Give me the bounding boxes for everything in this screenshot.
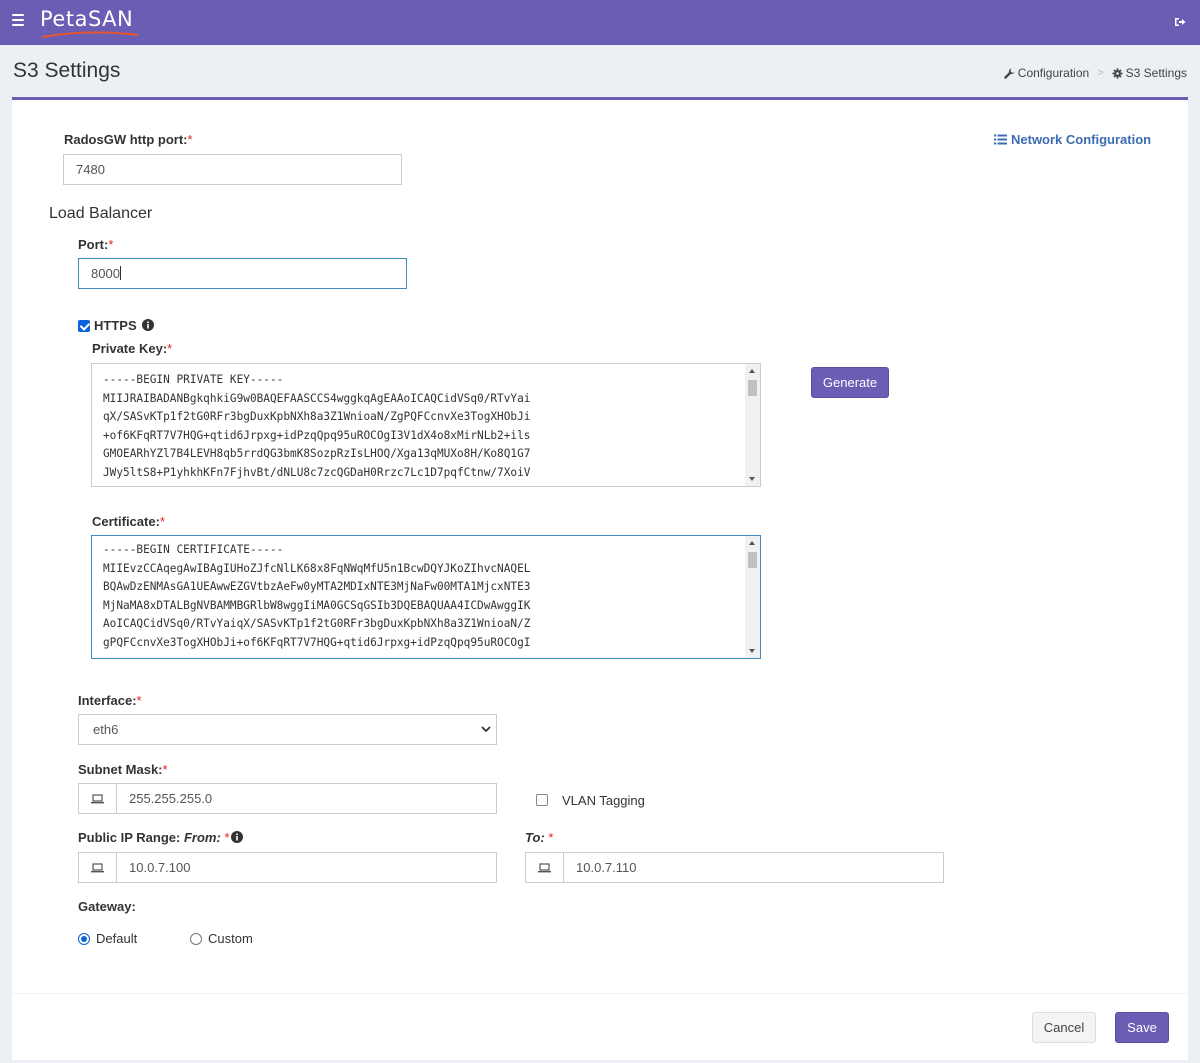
ip-range-to-label: To: * <box>525 830 554 845</box>
subnet-mask-label: Subnet Mask:* <box>78 762 168 777</box>
scroll-down-arrow-icon[interactable] <box>749 477 755 481</box>
save-button[interactable]: Save <box>1115 1012 1169 1043</box>
interface-select[interactable]: eth6 <box>78 714 497 745</box>
ip-range-to-value: 10.0.7.110 <box>576 860 637 875</box>
vlan-tagging-label: VLAN Tagging <box>562 793 645 808</box>
breadcrumb-item-configuration[interactable]: Configuration <box>1004 66 1089 80</box>
gateway-default-label: Default <box>96 931 138 946</box>
s3-settings-card: Network Configuration RadosGW http port:… <box>12 97 1188 1060</box>
ip-range-from-value: 10.0.7.100 <box>129 860 191 875</box>
certificate-line: -----BEGIN CERTIFICATE----- <box>103 543 284 556</box>
laptop-icon <box>91 793 104 803</box>
certificate-textarea[interactable]: -----BEGIN CERTIFICATE----- MIIEvzCCAqeg… <box>91 535 761 659</box>
breadcrumb-label: Configuration <box>1017 66 1090 80</box>
certificate-line: BQAwDzENMAsGA1UEAwwEZGVtbzAeFw0yMTA2MDIx… <box>103 580 531 593</box>
laptop-icon <box>91 862 104 872</box>
certificate-line: gPQFCcnvXe3TogXHObJi+of6KFqRT7V7HQG+qtid… <box>103 635 531 649</box>
breadcrumb-item-s3-settings: S3 Settings <box>1112 66 1187 80</box>
private-key-label: Private Key:* <box>92 341 173 356</box>
certificate-label: Certificate:* <box>92 514 165 529</box>
subnet-mask-value: 255.255.255.0 <box>129 791 213 806</box>
sign-out-icon[interactable] <box>1174 16 1186 28</box>
wrench-icon <box>1004 68 1015 79</box>
private-key-textarea[interactable]: -----BEGIN PRIVATE KEY----- MIIJRAIBADAN… <box>91 363 761 487</box>
ip-range-from-input[interactable]: 10.0.7.100 <box>78 852 497 883</box>
info-icon[interactable] <box>142 319 154 331</box>
scroll-up-arrow-icon[interactable] <box>749 541 755 545</box>
certificate-scrollbar[interactable] <box>745 536 760 658</box>
ip-range-to-addon <box>526 853 564 882</box>
port-label: Port:* <box>78 237 114 252</box>
gateway-label: Gateway: <box>78 899 136 914</box>
generate-button[interactable]: Generate <box>811 367 889 398</box>
radosgw-port-label: RadosGW http port:* <box>64 132 193 147</box>
scroll-down-arrow-icon[interactable] <box>749 649 755 653</box>
public-ip-range-label: Public IP Range: From: * <box>78 830 230 845</box>
laptop-icon <box>538 862 551 872</box>
subnet-mask-input[interactable]: 255.255.255.0 <box>78 783 497 814</box>
private-key-line: -----BEGIN PRIVATE KEY----- <box>103 373 284 386</box>
private-key-line: JWy5ltS8+P1yhkhKFn7FjhvBt/dNLU8c7zcQGDaH… <box>103 465 531 479</box>
logo-swoosh-icon <box>41 31 139 38</box>
scroll-thumb[interactable] <box>748 380 757 396</box>
cancel-button[interactable]: Cancel <box>1032 1012 1096 1043</box>
private-key-line: GMOEARhYZl7B4LEVH8qb5rrdQG3bmK8SozpRzIsL… <box>103 447 531 460</box>
certificate-line: MIIEvzCCAqegAwIBAgIUHoZJfcNlLK68x8FqNWqM… <box>103 561 531 575</box>
scroll-thumb[interactable] <box>748 552 757 568</box>
gateway-default-radio[interactable] <box>78 933 90 945</box>
https-label: HTTPS <box>94 318 137 333</box>
breadcrumb-separator: > <box>1097 67 1104 79</box>
interface-label: Interface:* <box>78 693 142 708</box>
logo: PetaSAN <box>40 7 134 31</box>
list-icon <box>994 134 1007 145</box>
page-title: S3 Settings <box>13 59 121 82</box>
gear-icon <box>1112 68 1123 78</box>
https-checkbox[interactable] <box>78 320 90 332</box>
top-navbar: PetaSAN <box>0 0 1200 45</box>
gateway-custom-radio[interactable] <box>190 933 202 945</box>
card-footer <box>12 993 1188 1063</box>
private-key-line: qX/SASvKTp1f2tG0RFr3bgDuxKpbNXh8a3Z1Wnio… <box>103 410 531 423</box>
gateway-custom-label: Custom <box>208 931 253 946</box>
scroll-up-arrow-icon[interactable] <box>749 369 755 373</box>
private-key-line: +of6KFqRT7V7HQG+qtid6Jrpxg+idPzqQpq95uRO… <box>103 428 531 442</box>
port-input[interactable]: 8000 <box>78 258 407 289</box>
radosgw-port-input[interactable]: 7480 <box>63 154 402 185</box>
chevron-down-icon <box>481 726 491 733</box>
breadcrumb: Configuration > S3 Settings <box>1004 66 1187 80</box>
vlan-tagging-checkbox[interactable] <box>536 794 548 806</box>
breadcrumb-label: S3 Settings <box>1125 66 1187 80</box>
private-key-scrollbar[interactable] <box>745 364 760 486</box>
certificate-line: AoICAQCidVSq0/RTvYaiqX/SASvKTp1f2tG0RFr3… <box>103 617 531 630</box>
ip-range-from-addon <box>79 853 117 882</box>
load-balancer-heading: Load Balancer <box>49 205 153 222</box>
private-key-line: MIIJRAIBADANBgkqhkiG9w0BAQEFAASCCS4wggkq… <box>103 391 531 405</box>
subnet-mask-addon <box>79 784 117 813</box>
certificate-line: MjNaMA8xDTALBgNVBAMMBGRlbW8wggIiMA0GCSqG… <box>103 598 531 612</box>
hamburger-icon[interactable] <box>12 14 24 26</box>
info-icon[interactable] <box>231 831 243 843</box>
network-configuration-link[interactable]: Network Configuration <box>994 132 1151 147</box>
ip-range-to-input[interactable]: 10.0.7.110 <box>525 852 944 883</box>
